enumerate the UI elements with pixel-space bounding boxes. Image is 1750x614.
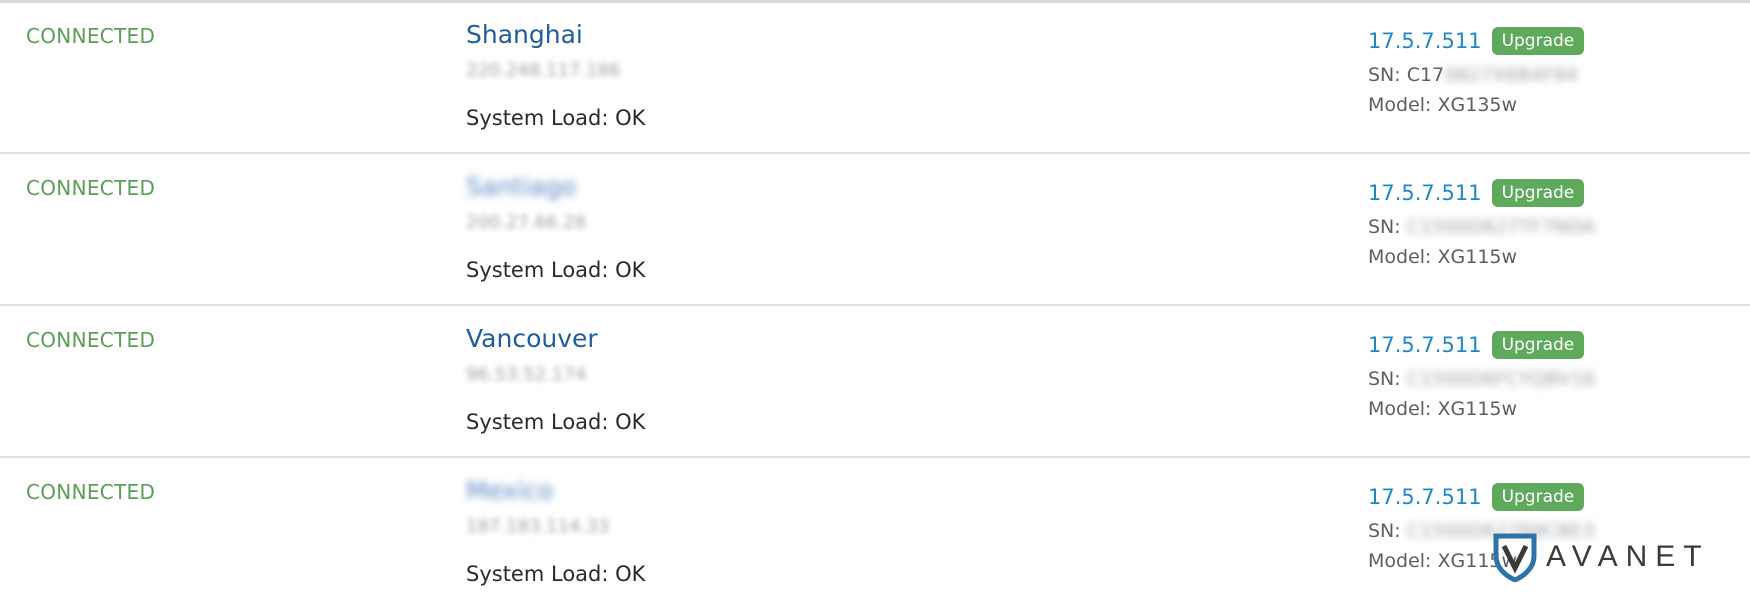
serial-redacted: C1500D627TF7NDA — [1406, 216, 1596, 238]
serial-redacted: C1500D6FCYQBV16 — [1406, 368, 1596, 390]
upgrade-button[interactable]: Upgrade — [1491, 331, 1585, 359]
avanet-watermark: AVANET — [1492, 532, 1710, 582]
serial-label: SN: — [1368, 216, 1401, 238]
system-load: System Load: OK — [466, 562, 646, 586]
table-row: CONNECTED Vancouver 96.53.52.174 System … — [0, 304, 1750, 458]
serial-number: SN: C170827X6B4F84 — [1368, 64, 1578, 86]
table-row: CONNECTED Shanghai 220.248.117.186 Syste… — [0, 2, 1750, 154]
system-load: System Load: OK — [466, 258, 646, 282]
table-row: CONNECTED Mexico 187.183.114.33 System L… — [0, 456, 1750, 610]
serial-label: SN: — [1368, 368, 1401, 390]
device-ip: 96.53.52.174 — [466, 364, 587, 385]
firmware-version-group: 17.5.7.511 Upgrade — [1368, 178, 1585, 208]
connection-status: CONNECTED — [26, 480, 156, 504]
device-model: Model: XG115w — [1368, 398, 1518, 420]
table-row: CONNECTED Santiago 200.27.66.28 System L… — [0, 152, 1750, 306]
upgrade-button[interactable]: Upgrade — [1491, 179, 1585, 207]
firmware-version-link[interactable]: 17.5.7.511 — [1368, 485, 1482, 509]
device-model: Model: XG135w — [1368, 94, 1518, 116]
connection-status: CONNECTED — [26, 24, 156, 48]
connection-status: CONNECTED — [26, 176, 156, 200]
serial-visible: C17 — [1406, 64, 1445, 86]
firmware-version-link[interactable]: 17.5.7.511 — [1368, 29, 1482, 53]
device-location-link[interactable]: Santiago — [466, 172, 576, 201]
shield-logo-icon — [1493, 533, 1537, 582]
device-ip: 200.27.66.28 — [466, 212, 587, 233]
serial-label: SN: — [1368, 520, 1401, 542]
firmware-version-group: 17.5.7.511 Upgrade — [1368, 330, 1585, 360]
upgrade-button[interactable]: Upgrade — [1491, 483, 1585, 511]
device-model: Model: XG115w — [1368, 246, 1518, 268]
device-ip: 220.248.117.186 — [466, 60, 621, 81]
watermark-text: AVANET — [1546, 540, 1710, 573]
upgrade-button[interactable]: Upgrade — [1491, 27, 1585, 55]
connection-status: CONNECTED — [26, 328, 156, 352]
device-ip: 187.183.114.33 — [466, 516, 610, 537]
system-load: System Load: OK — [466, 106, 646, 130]
firmware-version-group: 17.5.7.511 Upgrade — [1368, 26, 1585, 56]
device-location-link[interactable]: Mexico — [466, 476, 553, 505]
serial-number: SN: C1500D6FCYQBV16 — [1368, 368, 1595, 390]
serial-label: SN: — [1368, 64, 1401, 86]
device-location-link[interactable]: Vancouver — [466, 324, 598, 353]
firmware-version-link[interactable]: 17.5.7.511 — [1368, 333, 1482, 357]
device-location-link[interactable]: Shanghai — [466, 20, 583, 49]
serial-redacted: 0827X6B4F84 — [1444, 64, 1578, 86]
firmware-version-group: 17.5.7.511 Upgrade — [1368, 482, 1585, 512]
serial-number: SN: C1500D627TF7NDA — [1368, 216, 1595, 238]
system-load: System Load: OK — [466, 410, 646, 434]
firmware-version-link[interactable]: 17.5.7.511 — [1368, 181, 1482, 205]
